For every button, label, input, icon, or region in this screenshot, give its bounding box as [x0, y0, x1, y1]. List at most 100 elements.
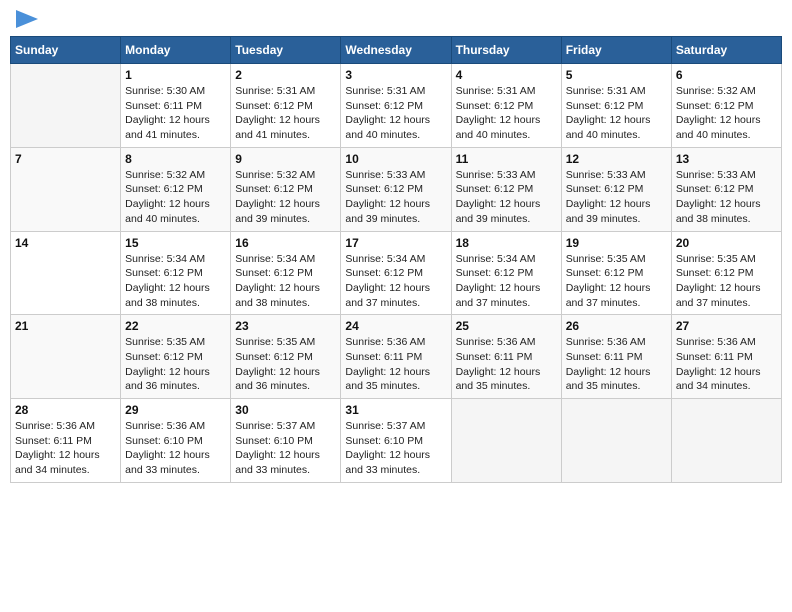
calendar-cell: 18Sunrise: 5:34 AMSunset: 6:12 PMDayligh… — [451, 231, 561, 315]
day-info-line: Sunset: 6:12 PM — [456, 266, 557, 281]
day-info-line: Sunset: 6:12 PM — [676, 266, 777, 281]
day-number: 10 — [345, 152, 446, 166]
calendar-cell: 6Sunrise: 5:32 AMSunset: 6:12 PMDaylight… — [671, 64, 781, 148]
day-number: 23 — [235, 319, 336, 333]
day-number: 15 — [125, 236, 226, 250]
calendar-cell: 23Sunrise: 5:35 AMSunset: 6:12 PMDayligh… — [231, 315, 341, 399]
day-info-line: and 36 minutes. — [125, 379, 226, 394]
weekday-header: Tuesday — [231, 37, 341, 64]
day-info-line: Daylight: 12 hours — [566, 281, 667, 296]
calendar-cell: 7 — [11, 147, 121, 231]
day-info-line: Sunrise: 5:37 AM — [235, 419, 336, 434]
day-info-line: Sunset: 6:11 PM — [456, 350, 557, 365]
day-info-line: Sunrise: 5:31 AM — [235, 84, 336, 99]
day-info-line: Sunset: 6:11 PM — [676, 350, 777, 365]
weekday-row: SundayMondayTuesdayWednesdayThursdayFrid… — [11, 37, 782, 64]
calendar-cell — [561, 399, 671, 483]
calendar-cell: 28Sunrise: 5:36 AMSunset: 6:11 PMDayligh… — [11, 399, 121, 483]
day-info-line: Daylight: 12 hours — [15, 448, 116, 463]
day-info-line: Daylight: 12 hours — [235, 281, 336, 296]
calendar-cell — [671, 399, 781, 483]
day-info-line: Sunset: 6:12 PM — [456, 99, 557, 114]
day-info-line: and 38 minutes. — [125, 296, 226, 311]
day-info-line: Daylight: 12 hours — [676, 365, 777, 380]
day-info-line: and 40 minutes. — [456, 128, 557, 143]
day-number: 3 — [345, 68, 446, 82]
day-info-line: and 35 minutes. — [566, 379, 667, 394]
day-info-line: Sunrise: 5:34 AM — [456, 252, 557, 267]
day-info-line: Sunrise: 5:31 AM — [456, 84, 557, 99]
day-info-line: Sunset: 6:12 PM — [235, 99, 336, 114]
day-number: 6 — [676, 68, 777, 82]
day-info-line: Daylight: 12 hours — [676, 281, 777, 296]
day-info-line: and 33 minutes. — [345, 463, 446, 478]
day-info-line: Sunset: 6:12 PM — [676, 182, 777, 197]
day-number: 14 — [15, 236, 116, 250]
day-info-line: and 40 minutes. — [676, 128, 777, 143]
day-info-line: Sunset: 6:12 PM — [235, 182, 336, 197]
day-info-line: and 39 minutes. — [345, 212, 446, 227]
day-info-line: and 33 minutes. — [125, 463, 226, 478]
day-number: 8 — [125, 152, 226, 166]
day-info-line: Sunset: 6:12 PM — [566, 182, 667, 197]
calendar-week-row: 2122Sunrise: 5:35 AMSunset: 6:12 PMDayli… — [11, 315, 782, 399]
calendar-cell: 17Sunrise: 5:34 AMSunset: 6:12 PMDayligh… — [341, 231, 451, 315]
day-info-line: Daylight: 12 hours — [456, 365, 557, 380]
day-info-line: Daylight: 12 hours — [345, 113, 446, 128]
day-info-line: Daylight: 12 hours — [125, 365, 226, 380]
calendar-cell — [11, 64, 121, 148]
day-info-line: Sunrise: 5:35 AM — [676, 252, 777, 267]
day-number: 28 — [15, 403, 116, 417]
day-info-line: Daylight: 12 hours — [566, 197, 667, 212]
day-info-line: and 39 minutes. — [456, 212, 557, 227]
day-info-line: Sunrise: 5:33 AM — [566, 168, 667, 183]
day-info-line: Sunset: 6:12 PM — [456, 182, 557, 197]
day-number: 5 — [566, 68, 667, 82]
calendar-cell: 2Sunrise: 5:31 AMSunset: 6:12 PMDaylight… — [231, 64, 341, 148]
calendar-cell: 16Sunrise: 5:34 AMSunset: 6:12 PMDayligh… — [231, 231, 341, 315]
day-info-line: and 37 minutes. — [676, 296, 777, 311]
day-info-line: Sunrise: 5:30 AM — [125, 84, 226, 99]
day-number: 19 — [566, 236, 667, 250]
day-info-line: Sunset: 6:12 PM — [235, 266, 336, 281]
calendar-body: 1Sunrise: 5:30 AMSunset: 6:11 PMDaylight… — [11, 64, 782, 483]
day-info-line: and 40 minutes. — [125, 212, 226, 227]
day-info-line: and 35 minutes. — [345, 379, 446, 394]
day-info-line: Daylight: 12 hours — [456, 197, 557, 212]
day-info-line: Daylight: 12 hours — [235, 365, 336, 380]
day-info-line: Sunrise: 5:33 AM — [345, 168, 446, 183]
calendar-cell: 27Sunrise: 5:36 AMSunset: 6:11 PMDayligh… — [671, 315, 781, 399]
day-info-line: Sunset: 6:12 PM — [566, 266, 667, 281]
weekday-header: Sunday — [11, 37, 121, 64]
calendar-cell: 29Sunrise: 5:36 AMSunset: 6:10 PMDayligh… — [121, 399, 231, 483]
calendar-cell: 8Sunrise: 5:32 AMSunset: 6:12 PMDaylight… — [121, 147, 231, 231]
day-info-line: Sunrise: 5:36 AM — [15, 419, 116, 434]
weekday-header: Wednesday — [341, 37, 451, 64]
day-info-line: Sunset: 6:12 PM — [566, 99, 667, 114]
day-info-line: Sunrise: 5:32 AM — [676, 84, 777, 99]
day-info-line: and 38 minutes. — [676, 212, 777, 227]
day-info-line: Sunset: 6:12 PM — [125, 350, 226, 365]
day-info-line: Daylight: 12 hours — [235, 197, 336, 212]
day-info-line: Daylight: 12 hours — [235, 448, 336, 463]
day-number: 18 — [456, 236, 557, 250]
day-info-line: and 37 minutes. — [566, 296, 667, 311]
calendar-cell — [451, 399, 561, 483]
logo — [14, 10, 38, 28]
day-info-line: Sunset: 6:11 PM — [345, 350, 446, 365]
day-info-line: and 34 minutes. — [15, 463, 116, 478]
weekday-header: Friday — [561, 37, 671, 64]
day-info-line: Sunrise: 5:36 AM — [676, 335, 777, 350]
day-info-line: Sunrise: 5:37 AM — [345, 419, 446, 434]
page-header — [10, 10, 782, 28]
calendar-cell: 12Sunrise: 5:33 AMSunset: 6:12 PMDayligh… — [561, 147, 671, 231]
day-info-line: Sunset: 6:12 PM — [345, 182, 446, 197]
day-info-line: and 39 minutes. — [566, 212, 667, 227]
calendar-week-row: 78Sunrise: 5:32 AMSunset: 6:12 PMDayligh… — [11, 147, 782, 231]
day-info-line: Sunrise: 5:35 AM — [235, 335, 336, 350]
day-info-line: Daylight: 12 hours — [345, 365, 446, 380]
calendar-week-row: 1415Sunrise: 5:34 AMSunset: 6:12 PMDayli… — [11, 231, 782, 315]
day-number: 17 — [345, 236, 446, 250]
day-number: 1 — [125, 68, 226, 82]
calendar-cell: 31Sunrise: 5:37 AMSunset: 6:10 PMDayligh… — [341, 399, 451, 483]
